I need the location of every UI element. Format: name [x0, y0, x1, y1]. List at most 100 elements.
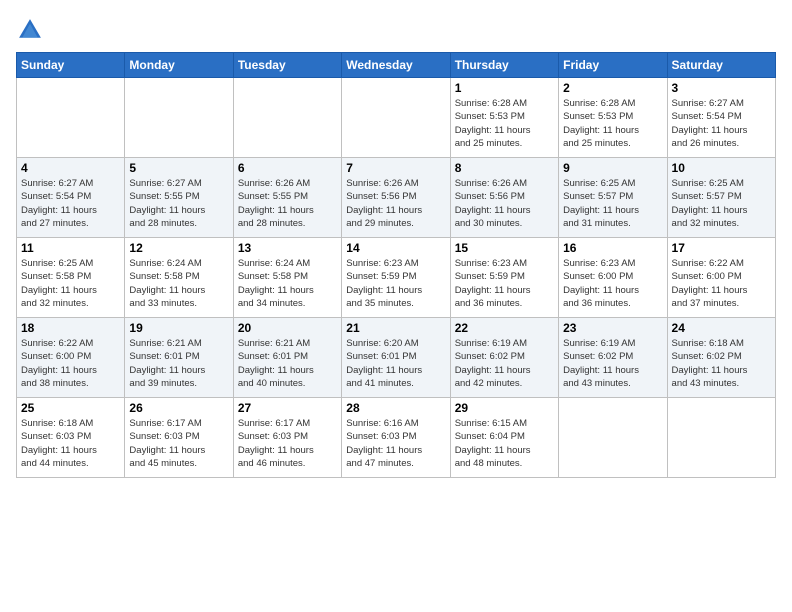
calendar-cell: 15 Sunrise: 6:23 AM Sunset: 5:59 PM Dayli…	[450, 238, 558, 318]
day-number: 20	[238, 321, 337, 335]
day-number: 2	[563, 81, 662, 95]
calendar-cell: 18 Sunrise: 6:22 AM Sunset: 6:00 PM Dayli…	[17, 318, 125, 398]
day-header-saturday: Saturday	[667, 53, 775, 78]
calendar-cell: 20 Sunrise: 6:21 AM Sunset: 6:01 PM Dayli…	[233, 318, 341, 398]
calendar-cell	[233, 78, 341, 158]
day-detail: Sunrise: 6:20 AM Sunset: 6:01 PM Dayligh…	[346, 337, 445, 390]
day-number: 6	[238, 161, 337, 175]
calendar-cell	[559, 398, 667, 478]
day-header-friday: Friday	[559, 53, 667, 78]
calendar-cell: 2 Sunrise: 6:28 AM Sunset: 5:53 PM Daylig…	[559, 78, 667, 158]
calendar-cell: 14 Sunrise: 6:23 AM Sunset: 5:59 PM Dayli…	[342, 238, 450, 318]
day-number: 11	[21, 241, 120, 255]
day-number: 13	[238, 241, 337, 255]
day-detail: Sunrise: 6:27 AM Sunset: 5:55 PM Dayligh…	[129, 177, 228, 230]
calendar-cell: 29 Sunrise: 6:15 AM Sunset: 6:04 PM Dayli…	[450, 398, 558, 478]
day-number: 26	[129, 401, 228, 415]
day-number: 12	[129, 241, 228, 255]
day-detail: Sunrise: 6:26 AM Sunset: 5:56 PM Dayligh…	[455, 177, 554, 230]
day-number: 4	[21, 161, 120, 175]
day-detail: Sunrise: 6:19 AM Sunset: 6:02 PM Dayligh…	[563, 337, 662, 390]
day-detail: Sunrise: 6:25 AM Sunset: 5:58 PM Dayligh…	[21, 257, 120, 310]
day-number: 19	[129, 321, 228, 335]
day-detail: Sunrise: 6:16 AM Sunset: 6:03 PM Dayligh…	[346, 417, 445, 470]
day-number: 27	[238, 401, 337, 415]
day-detail: Sunrise: 6:28 AM Sunset: 5:53 PM Dayligh…	[563, 97, 662, 150]
day-detail: Sunrise: 6:27 AM Sunset: 5:54 PM Dayligh…	[672, 97, 771, 150]
logo	[16, 16, 48, 44]
calendar-cell: 10 Sunrise: 6:25 AM Sunset: 5:57 PM Dayli…	[667, 158, 775, 238]
day-number: 24	[672, 321, 771, 335]
day-header-monday: Monday	[125, 53, 233, 78]
calendar-cell: 22Sunrise: 6:19 AM Sunset: 6:02 PM Dayli…	[450, 318, 558, 398]
day-detail: Sunrise: 6:25 AM Sunset: 5:57 PM Dayligh…	[672, 177, 771, 230]
day-header-sunday: Sunday	[17, 53, 125, 78]
day-number: 29	[455, 401, 554, 415]
day-number: 18	[21, 321, 120, 335]
day-number: 5	[129, 161, 228, 175]
calendar-cell: 11 Sunrise: 6:25 AM Sunset: 5:58 PM Dayli…	[17, 238, 125, 318]
day-number: 8	[455, 161, 554, 175]
calendar-cell: 3 Sunrise: 6:27 AM Sunset: 5:54 PM Daylig…	[667, 78, 775, 158]
week-row-2: 4 Sunrise: 6:27 AM Sunset: 5:54 PM Daylig…	[17, 158, 776, 238]
calendar-cell	[667, 398, 775, 478]
calendar-cell: 9 Sunrise: 6:25 AM Sunset: 5:57 PM Daylig…	[559, 158, 667, 238]
day-number: 15	[455, 241, 554, 255]
day-detail: Sunrise: 6:24 AM Sunset: 5:58 PM Dayligh…	[129, 257, 228, 310]
calendar-cell: 27 Sunrise: 6:17 AM Sunset: 6:03 PM Dayli…	[233, 398, 341, 478]
day-detail: Sunrise: 6:28 AM Sunset: 5:53 PM Dayligh…	[455, 97, 554, 150]
day-number: 21	[346, 321, 445, 335]
calendar-cell: 23 Sunrise: 6:19 AM Sunset: 6:02 PM Dayli…	[559, 318, 667, 398]
day-detail: Sunrise: 6:26 AM Sunset: 5:56 PM Dayligh…	[346, 177, 445, 230]
day-number: 17	[672, 241, 771, 255]
day-number: 14	[346, 241, 445, 255]
calendar-cell: 19 Sunrise: 6:21 AM Sunset: 6:01 PM Dayli…	[125, 318, 233, 398]
day-detail: Sunrise: 6:22 AM Sunset: 6:00 PM Dayligh…	[21, 337, 120, 390]
day-detail: Sunrise: 6:21 AM Sunset: 6:01 PM Dayligh…	[238, 337, 337, 390]
calendar-cell: 28 Sunrise: 6:16 AM Sunset: 6:03 PM Dayli…	[342, 398, 450, 478]
day-detail: Sunrise: 6:25 AM Sunset: 5:57 PM Dayligh…	[563, 177, 662, 230]
day-number: 1	[455, 81, 554, 95]
calendar-cell: 21 Sunrise: 6:20 AM Sunset: 6:01 PM Dayli…	[342, 318, 450, 398]
calendar-cell: 4 Sunrise: 6:27 AM Sunset: 5:54 PM Daylig…	[17, 158, 125, 238]
day-number: 28	[346, 401, 445, 415]
header-row: SundayMondayTuesdayWednesdayThursdayFrid…	[17, 53, 776, 78]
calendar-cell	[125, 78, 233, 158]
calendar-cell: 7 Sunrise: 6:26 AM Sunset: 5:56 PM Daylig…	[342, 158, 450, 238]
calendar-cell: 17 Sunrise: 6:22 AM Sunset: 6:00 PM Dayli…	[667, 238, 775, 318]
day-number: 16	[563, 241, 662, 255]
calendar-cell	[342, 78, 450, 158]
day-detail: Sunrise: 6:17 AM Sunset: 6:03 PM Dayligh…	[238, 417, 337, 470]
week-row-1: 1 Sunrise: 6:28 AM Sunset: 5:53 PM Daylig…	[17, 78, 776, 158]
week-row-3: 11 Sunrise: 6:25 AM Sunset: 5:58 PM Dayli…	[17, 238, 776, 318]
calendar-cell: 5 Sunrise: 6:27 AM Sunset: 5:55 PM Daylig…	[125, 158, 233, 238]
calendar-cell: 26Sunrise: 6:17 AM Sunset: 6:03 PM Dayli…	[125, 398, 233, 478]
calendar-cell: 25Sunrise: 6:18 AM Sunset: 6:03 PM Dayli…	[17, 398, 125, 478]
calendar-cell: 1 Sunrise: 6:28 AM Sunset: 5:53 PM Daylig…	[450, 78, 558, 158]
day-detail: Sunrise: 6:18 AM Sunset: 6:02 PM Dayligh…	[672, 337, 771, 390]
calendar-cell	[17, 78, 125, 158]
calendar-cell: 6 Sunrise: 6:26 AM Sunset: 5:55 PM Daylig…	[233, 158, 341, 238]
day-detail: Sunrise: 6:15 AM Sunset: 6:04 PM Dayligh…	[455, 417, 554, 470]
day-number: 7	[346, 161, 445, 175]
day-detail: Sunrise: 6:21 AM Sunset: 6:01 PM Dayligh…	[129, 337, 228, 390]
week-row-4: 18 Sunrise: 6:22 AM Sunset: 6:00 PM Dayli…	[17, 318, 776, 398]
day-header-tuesday: Tuesday	[233, 53, 341, 78]
week-row-5: 25Sunrise: 6:18 AM Sunset: 6:03 PM Dayli…	[17, 398, 776, 478]
day-detail: Sunrise: 6:26 AM Sunset: 5:55 PM Dayligh…	[238, 177, 337, 230]
day-number: 9	[563, 161, 662, 175]
day-number: 25	[21, 401, 120, 415]
day-number: 3	[672, 81, 771, 95]
day-detail: Sunrise: 6:22 AM Sunset: 6:00 PM Dayligh…	[672, 257, 771, 310]
day-detail: Sunrise: 6:23 AM Sunset: 5:59 PM Dayligh…	[455, 257, 554, 310]
calendar-cell: 24 Sunrise: 6:18 AM Sunset: 6:02 PM Dayli…	[667, 318, 775, 398]
day-header-thursday: Thursday	[450, 53, 558, 78]
day-number: 23	[563, 321, 662, 335]
day-detail: Sunrise: 6:23 AM Sunset: 5:59 PM Dayligh…	[346, 257, 445, 310]
day-detail: Sunrise: 6:27 AM Sunset: 5:54 PM Dayligh…	[21, 177, 120, 230]
day-header-wednesday: Wednesday	[342, 53, 450, 78]
calendar-cell: 13Sunrise: 6:24 AM Sunset: 5:58 PM Dayli…	[233, 238, 341, 318]
day-number: 10	[672, 161, 771, 175]
calendar-table: SundayMondayTuesdayWednesdayThursdayFrid…	[16, 52, 776, 478]
page-header	[16, 16, 776, 44]
